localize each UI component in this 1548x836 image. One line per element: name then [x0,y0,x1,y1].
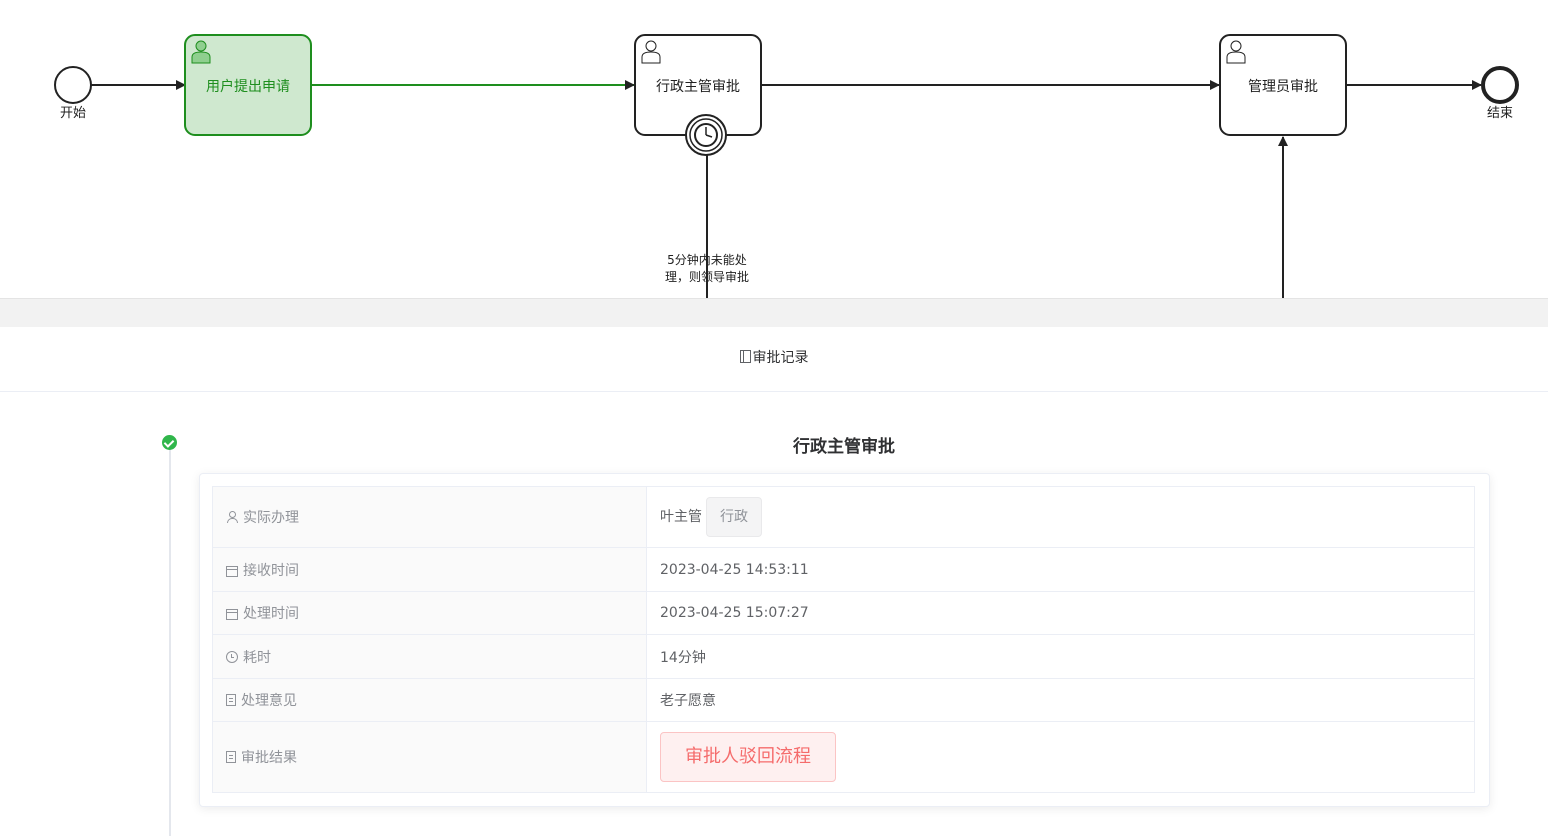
row-label: 处理意见 [212,678,647,722]
records-header: 审批记录 [0,326,1548,392]
table-row: 处理意见 老子愿意 [212,678,1475,722]
timer-boundary-event-icon[interactable] [685,114,727,156]
task-label: 用户提出申请 [206,79,290,95]
timeline-line [169,449,171,836]
table-row: 处理时间 2023-04-25 15:07:27 [212,591,1475,635]
table-row: 实际办理 叶主管 行政 [212,486,1475,548]
record-details-table: 实际办理 叶主管 行政 接收时间 2023-04-25 14:53:11 处理时间… [212,486,1475,793]
clock-icon [226,650,238,663]
row-label: 审批结果 [212,721,647,793]
row-label-text: 实际办理 [243,510,299,526]
table-row: 接收时间 2023-04-25 14:53:11 [212,547,1475,592]
timer-flow-label: 5分钟内未能处 理，则领导审批 [632,252,782,286]
task-label: 管理员审批 [1248,79,1318,95]
end-event[interactable] [1481,66,1519,104]
row-value: 老子愿意 [646,678,1475,722]
row-value: 14分钟 [646,634,1475,679]
record-card: 实际办理 叶主管 行政 接收时间 2023-04-25 14:53:11 处理时间… [199,473,1490,807]
start-event-label: 开始 [59,106,86,121]
row-value: 2023-04-25 14:53:11 [646,547,1475,592]
row-value: 审批人驳回流程 [646,721,1475,793]
row-label-text: 审批结果 [241,750,297,766]
row-label: 接收时间 [212,547,647,592]
timer-flow-label-line: 5分钟内未能处 [667,253,747,267]
document-icon [739,350,751,363]
row-label: 耗时 [212,634,647,679]
document-icon [226,694,236,706]
end-event-label: 结束 [1486,106,1513,121]
row-value: 2023-04-25 15:07:27 [646,591,1475,635]
calendar-icon [226,609,238,620]
timer-flow-label-line: 理，则领导审批 [664,270,749,284]
row-label-text: 处理意见 [241,693,297,709]
process-diagram: 开始 结束 用户提出申请 行政主管审批 管理员审批 5分钟内未能处 理，则领导审… [0,0,1548,298]
table-row: 耗时 14分钟 [212,634,1475,679]
document-icon [226,751,236,763]
calendar-icon [226,565,238,577]
row-label-text: 接收时间 [243,562,299,579]
row-label: 实际办理 [212,486,647,548]
approval-result-tag: 审批人驳回流程 [660,732,836,782]
row-label: 处理时间 [212,591,647,635]
row-value: 叶主管 行政 [646,486,1475,548]
section-divider [0,298,1548,327]
table-row: 审批结果 审批人驳回流程 [212,721,1475,793]
user-icon [226,511,238,523]
start-event[interactable] [54,66,92,104]
record-entry-title: 行政主管审批 [793,437,895,457]
department-tag: 行政 [706,497,762,537]
records-header-title: 审批记录 [752,350,809,366]
row-label-text: 耗时 [243,649,271,666]
check-circle-icon [162,435,177,450]
handler-name: 叶主管 [660,509,702,525]
row-label-text: 处理时间 [243,606,299,622]
task-label: 行政主管审批 [656,79,740,95]
